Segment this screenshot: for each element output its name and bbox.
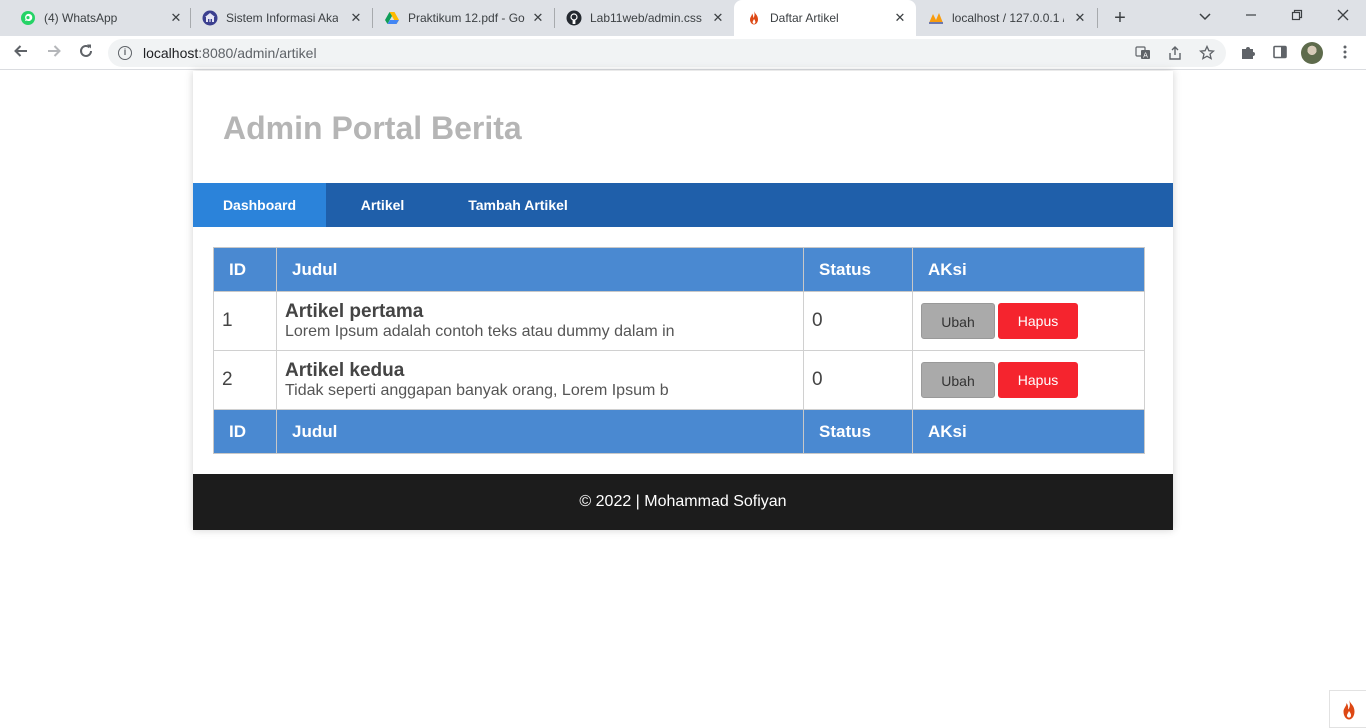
article-excerpt: Tidak seperti anggapan banyak orang, Lor… <box>285 381 669 399</box>
article-title: Artikel kedua <box>285 359 405 381</box>
browser-tab-whatsapp[interactable]: (4) WhatsApp ✕ <box>8 0 190 36</box>
browser-tab-phpmyadmin[interactable]: localhost / 127.0.0.1 / ✕ <box>916 0 1098 36</box>
tab-title: localhost / 127.0.0.1 / <box>952 11 1064 25</box>
article-id: 2 <box>213 350 277 410</box>
close-tab-icon[interactable]: ✕ <box>1072 10 1088 26</box>
profile-avatar[interactable] <box>1301 42 1323 64</box>
url-host: localhost <box>143 45 199 61</box>
side-panel-icon[interactable] <box>1271 44 1289 62</box>
tab-title: Sistem Informasi Akad <box>226 11 338 25</box>
column-footer-judul: Judul <box>276 409 804 454</box>
page-container: Admin Portal Berita Dashboard Artikel Ta… <box>193 71 1173 530</box>
url-path: :8080/admin/artikel <box>198 45 317 61</box>
tab-separator <box>1097 8 1098 28</box>
table-row: 1 Artikel pertama Lorem Ipsum adalah con… <box>213 291 1145 351</box>
article-actions: Ubah Hapus <box>912 350 1145 410</box>
university-icon <box>202 10 218 26</box>
nav-link-dashboard[interactable]: Dashboard <box>193 183 326 227</box>
kebab-menu-icon[interactable] <box>1336 44 1354 62</box>
table-row: 2 Artikel kedua Tidak seperti anggapan b… <box>213 350 1145 410</box>
tab-title: Lab11web/admin.css a <box>590 11 702 25</box>
nav-link-tambah-artikel[interactable]: Tambah Artikel <box>439 183 597 227</box>
article-table: ID Judul Status AKsi 1 Artikel pertama L… <box>213 247 1145 454</box>
edit-button[interactable]: Ubah <box>921 303 995 339</box>
edit-button[interactable]: Ubah <box>921 362 995 398</box>
tab-title: Praktikum 12.pdf - Go <box>408 11 525 25</box>
footer-copyright: © 2022 | Mohammad Sofiyan <box>579 493 787 510</box>
close-tab-icon[interactable]: ✕ <box>892 10 908 26</box>
minimize-icon[interactable] <box>1237 4 1265 28</box>
close-tab-icon[interactable]: ✕ <box>168 10 184 26</box>
whatsapp-icon <box>20 10 36 26</box>
article-judul-cell: Artikel kedua Tidak seperti anggapan ban… <box>276 350 804 410</box>
bookmark-star-icon[interactable] <box>1198 44 1216 61</box>
article-actions: Ubah Hapus <box>912 291 1145 351</box>
site-title: Admin Portal Berita <box>223 110 522 146</box>
article-status: 0 <box>803 291 913 351</box>
close-tab-icon[interactable]: ✕ <box>710 10 726 26</box>
article-status: 0 <box>803 350 913 410</box>
phpmyadmin-icon <box>928 10 944 26</box>
forward-arrow-icon[interactable] <box>41 40 67 66</box>
column-header-judul: Judul <box>276 247 804 292</box>
tab-search-chevron-icon[interactable] <box>1191 4 1219 28</box>
delete-button[interactable]: Hapus <box>998 303 1078 339</box>
browser-tab-github[interactable]: Lab11web/admin.css a ✕ <box>554 0 734 36</box>
delete-button[interactable]: Hapus <box>998 362 1078 398</box>
article-judul-cell: Artikel pertama Lorem Ipsum adalah conto… <box>276 291 804 351</box>
close-tab-icon[interactable]: ✕ <box>348 10 364 26</box>
main-nav: Dashboard Artikel Tambah Artikel <box>193 183 1173 227</box>
address-url: localhost:8080/admin/artikel <box>143 45 317 61</box>
browser-tab-sistem-informasi[interactable]: Sistem Informasi Akad ✕ <box>190 0 372 36</box>
article-title: Artikel pertama <box>285 300 424 322</box>
codeigniter-flame-icon <box>1339 699 1359 721</box>
browser-toolbar: i localhost:8080/admin/artikel A <box>0 36 1366 70</box>
site-footer: © 2022 | Mohammad Sofiyan <box>193 474 1173 530</box>
codeigniter-debug-toolbar-button[interactable] <box>1329 690 1366 728</box>
column-footer-id: ID <box>213 409 277 454</box>
google-drive-icon <box>384 10 400 26</box>
share-icon[interactable] <box>1167 45 1183 61</box>
column-header-status: Status <box>803 247 913 292</box>
column-footer-aksi: AKsi <box>912 409 1145 454</box>
page-viewport: Admin Portal Berita Dashboard Artikel Ta… <box>0 71 1366 728</box>
article-id: 1 <box>213 291 277 351</box>
restore-icon[interactable] <box>1283 4 1311 28</box>
article-excerpt: Lorem Ipsum adalah contoh teks atau dumm… <box>285 322 675 340</box>
new-tab-icon[interactable]: + <box>1108 6 1132 30</box>
browser-tab-praktikum-pdf[interactable]: Praktikum 12.pdf - Go ✕ <box>372 0 554 36</box>
column-footer-status: Status <box>803 409 913 454</box>
column-header-id: ID <box>213 247 277 292</box>
tab-title: (4) WhatsApp <box>44 11 118 25</box>
browser-tab-strip: (4) WhatsApp ✕ Sistem Informasi Akad ✕ P… <box>0 0 1366 36</box>
tab-title: Daftar Artikel <box>770 11 839 25</box>
table-footer-row: ID Judul Status AKsi <box>213 409 1145 454</box>
svg-text:A: A <box>1143 52 1148 60</box>
table-header-row: ID Judul Status AKsi <box>213 247 1145 292</box>
translate-icon[interactable]: A <box>1135 45 1151 61</box>
github-icon <box>566 10 582 26</box>
reload-icon[interactable] <box>73 40 99 66</box>
site-info-icon[interactable]: i <box>118 46 132 60</box>
extensions-puzzle-icon[interactable] <box>1239 44 1257 62</box>
site-header: Admin Portal Berita <box>193 71 1173 183</box>
codeigniter-icon <box>746 10 762 26</box>
close-tab-icon[interactable]: ✕ <box>530 10 546 26</box>
nav-link-artikel[interactable]: Artikel <box>326 183 439 227</box>
address-bar[interactable]: i localhost:8080/admin/artikel A <box>108 39 1226 67</box>
column-header-aksi: AKsi <box>912 247 1145 292</box>
browser-tab-daftar-artikel[interactable]: Daftar Artikel ✕ <box>734 0 916 36</box>
back-arrow-icon[interactable] <box>8 40 34 66</box>
article-table-wrapper: ID Judul Status AKsi 1 Artikel pertama L… <box>213 247 1145 454</box>
close-window-icon[interactable] <box>1329 4 1357 28</box>
